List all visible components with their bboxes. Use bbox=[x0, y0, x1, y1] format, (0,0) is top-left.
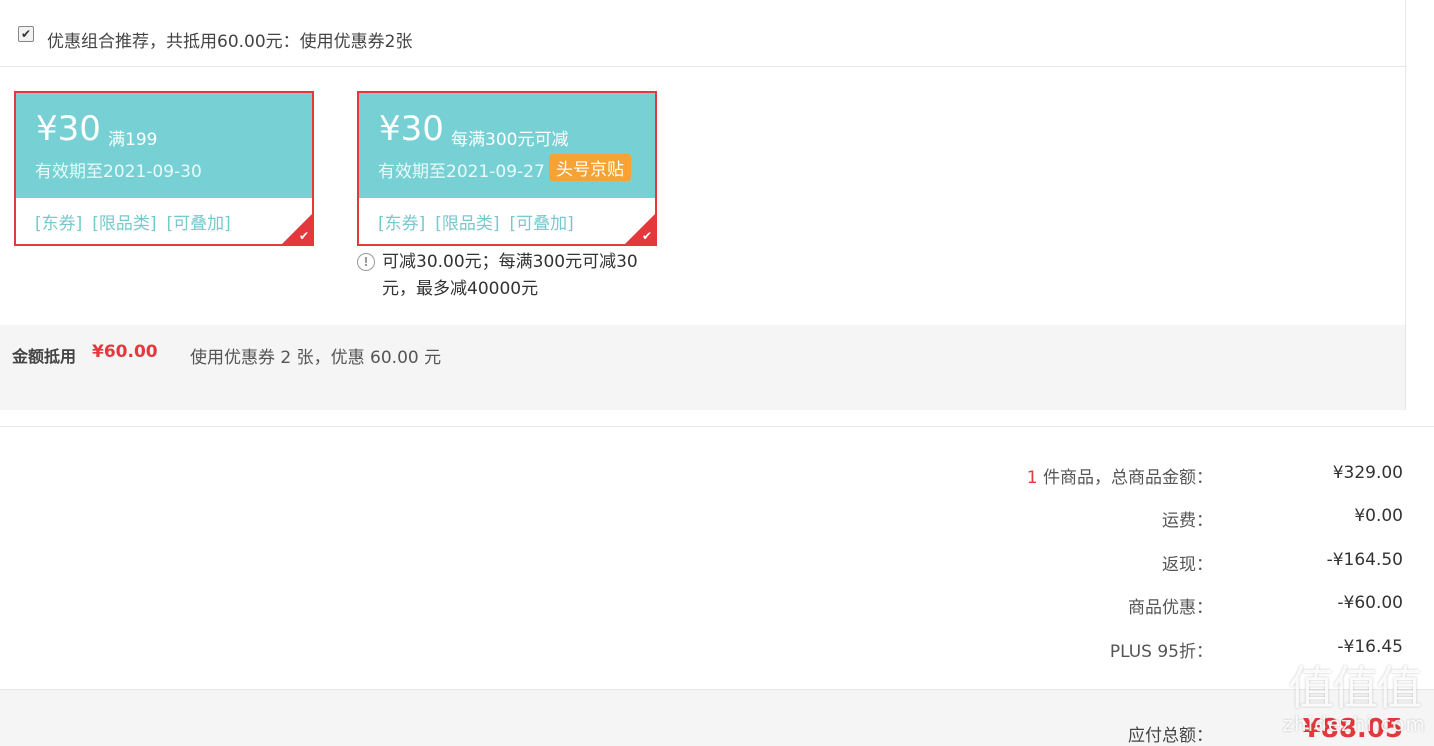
total-row-plus: PLUS 95折： -¥16.45 bbox=[0, 629, 1434, 662]
shipping-label: 运费： bbox=[1162, 511, 1213, 531]
coupon-condition: 每满300元可减 bbox=[451, 130, 569, 150]
watermark-logo: 值值值 bbox=[1288, 661, 1422, 715]
coupon-header: ¥30 满199 有效期至2021-09-30 bbox=[16, 93, 312, 198]
coupon-tag: [可叠加] bbox=[166, 214, 231, 234]
info-icon: ! bbox=[357, 253, 375, 271]
item-count: 1 bbox=[1026, 468, 1038, 488]
coupon-tag: [东券] bbox=[35, 214, 83, 234]
discount-label: 商品优惠： bbox=[1128, 598, 1213, 618]
coupon-tags: [东券] [限品类] [可叠加] bbox=[378, 209, 584, 234]
section-divider bbox=[0, 426, 1434, 427]
plus-label: PLUS 95折： bbox=[1109, 642, 1213, 662]
coupon-note: ! 可减30.00元；每满300元可减30元，最多减40000元 bbox=[357, 249, 657, 303]
cashback-value: -¥164.50 bbox=[1326, 550, 1403, 570]
check-icon: ✔ bbox=[641, 229, 652, 243]
payable-bar: 应付总额： ¥88.05 bbox=[0, 689, 1434, 746]
coupon-tag: [东券] bbox=[378, 214, 426, 234]
coupon-note-text: 可减30.00元；每满300元可减30元，最多减40000元 bbox=[382, 252, 638, 299]
total-row-discount: 商品优惠： -¥60.00 bbox=[0, 585, 1434, 618]
summary-text: 使用优惠券 2 张，优惠 60.00 元 bbox=[190, 348, 442, 368]
check-icon: ✔ bbox=[298, 229, 309, 243]
coupon-card[interactable]: ¥30 满199 有效期至2021-09-30 [东券] [限品类] [可叠加] ✔ bbox=[14, 91, 314, 246]
coupon-validity: 有效期至2021-09-30 bbox=[35, 162, 202, 182]
coupon-badge: 头号京贴 bbox=[549, 154, 631, 181]
payable-label: 应付总额： bbox=[1128, 726, 1213, 746]
total-row-shipping: 运费： ¥0.00 bbox=[0, 498, 1434, 531]
goods-value: ¥329.00 bbox=[1332, 463, 1403, 483]
coupon-tag: [限品类] bbox=[92, 214, 157, 234]
cashback-label: 返现： bbox=[1162, 555, 1213, 575]
shipping-value: ¥0.00 bbox=[1354, 506, 1403, 526]
discount-value: -¥60.00 bbox=[1337, 593, 1403, 613]
goods-label-text: 件商品，总商品金额： bbox=[1043, 468, 1213, 488]
summary-label: 金额抵用 bbox=[12, 347, 77, 366]
total-row-goods: 1 件商品，总商品金额： ¥329.00 bbox=[0, 455, 1434, 488]
coupon-amount: ¥30 bbox=[36, 109, 101, 149]
coupon-condition: 满199 bbox=[108, 130, 158, 150]
coupon-tag: [限品类] bbox=[435, 214, 500, 234]
coupon-header: ¥30 每满300元可减 有效期至2021-09-27 头号京贴 bbox=[359, 93, 655, 198]
coupon-validity: 有效期至2021-09-27 bbox=[378, 162, 545, 182]
coupon-panel: ✔ 优惠组合推荐，共抵用60.00元：使用优惠券2张 ¥30 满199 有效期至… bbox=[0, 0, 1406, 410]
combo-text: 优惠组合推荐，共抵用60.00元：使用优惠券2张 bbox=[47, 32, 413, 52]
coupon-tags: [东券] [限品类] [可叠加] bbox=[35, 209, 241, 234]
coupon-summary: 金额抵用 ¥60.00 使用优惠券 2 张，优惠 60.00 元 bbox=[0, 325, 1405, 410]
coupon-amount: ¥30 bbox=[379, 109, 444, 149]
coupon-tag: [可叠加] bbox=[509, 214, 574, 234]
watermark-site: zhidezhi.com bbox=[1282, 712, 1426, 736]
site-watermark: 值值值 zhidezhi.com bbox=[1282, 662, 1426, 734]
total-row-cashback: 返现： -¥164.50 bbox=[0, 542, 1434, 575]
coupon-card[interactable]: ¥30 每满300元可减 有效期至2021-09-27 头号京贴 [东券] [限品… bbox=[357, 91, 657, 246]
goods-label: 1 件商品，总商品金额： bbox=[1027, 463, 1213, 488]
combo-recommend-row[interactable]: ✔ 优惠组合推荐，共抵用60.00元：使用优惠券2张 bbox=[0, 0, 1405, 67]
summary-amount: ¥60.00 bbox=[92, 342, 158, 362]
plus-value: -¥16.45 bbox=[1337, 637, 1403, 657]
combo-checkbox[interactable]: ✔ bbox=[18, 26, 34, 42]
